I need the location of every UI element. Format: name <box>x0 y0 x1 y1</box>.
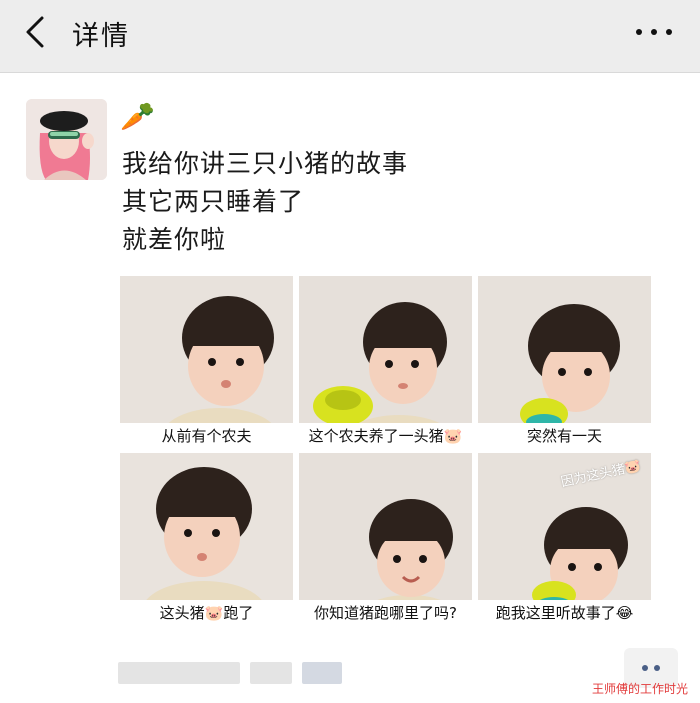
image-caption: 这头猪🐷跑了 <box>120 600 293 626</box>
image-grid: 从前有个农夫 这个农夫养了一头猪🐷 突然有一天 这头猪🐷跑了 你知道猪跑哪里了吗… <box>120 276 652 626</box>
post-text-line: 其它两只睡着了 <box>122 187 305 216</box>
comment-dots-icon <box>642 665 648 671</box>
carrot-icon: 🥕 <box>120 100 155 133</box>
image-caption: 这个农夫养了一头猪🐷 <box>299 423 472 449</box>
grid-image[interactable]: 从前有个农夫 <box>120 276 293 449</box>
avatar-image <box>26 99 107 180</box>
grid-image[interactable]: 因为这头猪🐷 跑我这里听故事了😂 <box>478 453 651 626</box>
top-nav-bar: 详情 <box>0 0 700 73</box>
chevron-left-icon <box>26 16 44 48</box>
image-caption: 突然有一天 <box>478 423 651 449</box>
post-text-line: 我给你讲三只小猪的故事 <box>122 149 409 178</box>
grid-image[interactable]: 这头猪🐷跑了 <box>120 453 293 626</box>
more-dots-icon <box>636 29 642 35</box>
blurred-location <box>250 662 292 684</box>
watermark: 王师傅的工作时光 <box>591 682 688 696</box>
avatar[interactable] <box>26 99 107 180</box>
username[interactable]: 🥕 <box>120 100 155 136</box>
more-options-button[interactable] <box>634 18 674 46</box>
grid-image[interactable]: 你知道猪跑哪里了吗? <box>299 453 472 626</box>
grid-image[interactable]: 这个农夫养了一头猪🐷 <box>299 276 472 449</box>
grid-image[interactable]: 突然有一天 <box>478 276 651 449</box>
image-caption: 跑我这里听故事了😂 <box>478 600 651 626</box>
image-caption: 从前有个农夫 <box>120 423 293 449</box>
back-button[interactable] <box>14 10 58 54</box>
image-caption: 你知道猪跑哪里了吗? <box>299 600 472 626</box>
moments-detail-page: 详情 🥕 我给你讲三只小猪的故事 其它两只睡着了 就差你啦 从前有个农夫 这个农… <box>0 0 700 703</box>
blurred-timestamp <box>118 662 240 684</box>
post-content: 我给你讲三只小猪的故事 其它两只睡着了 就差你啦 <box>122 145 408 259</box>
page-title: 详情 <box>72 21 130 52</box>
blurred-link <box>302 662 342 684</box>
post-text-line: 就差你啦 <box>122 225 227 254</box>
